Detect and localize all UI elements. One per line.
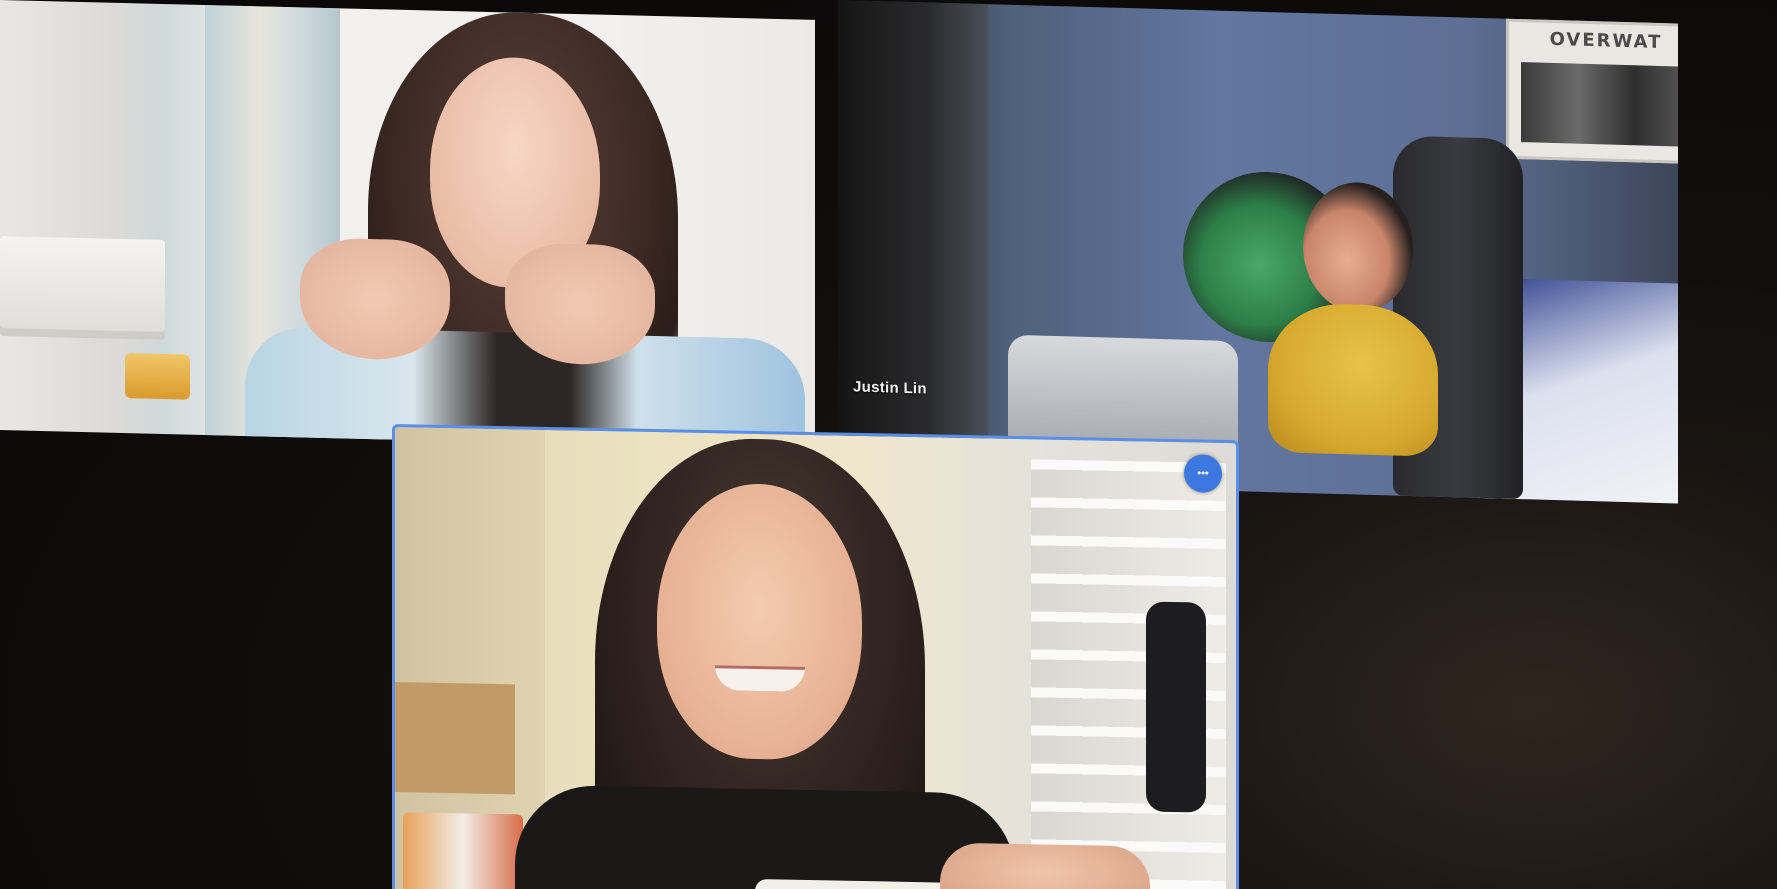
participant-face bbox=[657, 482, 862, 762]
doorway bbox=[838, 0, 988, 485]
participant-body bbox=[1268, 302, 1438, 457]
jar bbox=[125, 353, 190, 400]
more-options-icon: ••• bbox=[1197, 467, 1209, 480]
poster-text: OVERWAT bbox=[1549, 28, 1663, 54]
desk-items bbox=[403, 812, 523, 889]
participant-tile-2[interactable]: OVERWAT Justin Lin bbox=[838, 0, 1678, 504]
wall-poster: OVERWAT bbox=[1506, 18, 1678, 165]
printer bbox=[0, 236, 165, 341]
participant-smile bbox=[715, 665, 805, 692]
poster-art bbox=[1521, 62, 1678, 147]
participant-tile-1[interactable] bbox=[0, 0, 815, 450]
hanging-bag bbox=[1146, 601, 1206, 813]
participant-tile-3-active-speaker[interactable]: ••• bbox=[392, 424, 1239, 889]
participant-hand bbox=[940, 842, 1150, 889]
participant-name-label: Justin Lin bbox=[853, 378, 927, 398]
more-options-button[interactable]: ••• bbox=[1184, 454, 1222, 493]
video-call-screen: OVERWAT Justin Lin ••• bbox=[0, 0, 1777, 889]
wood-panel bbox=[395, 682, 515, 795]
